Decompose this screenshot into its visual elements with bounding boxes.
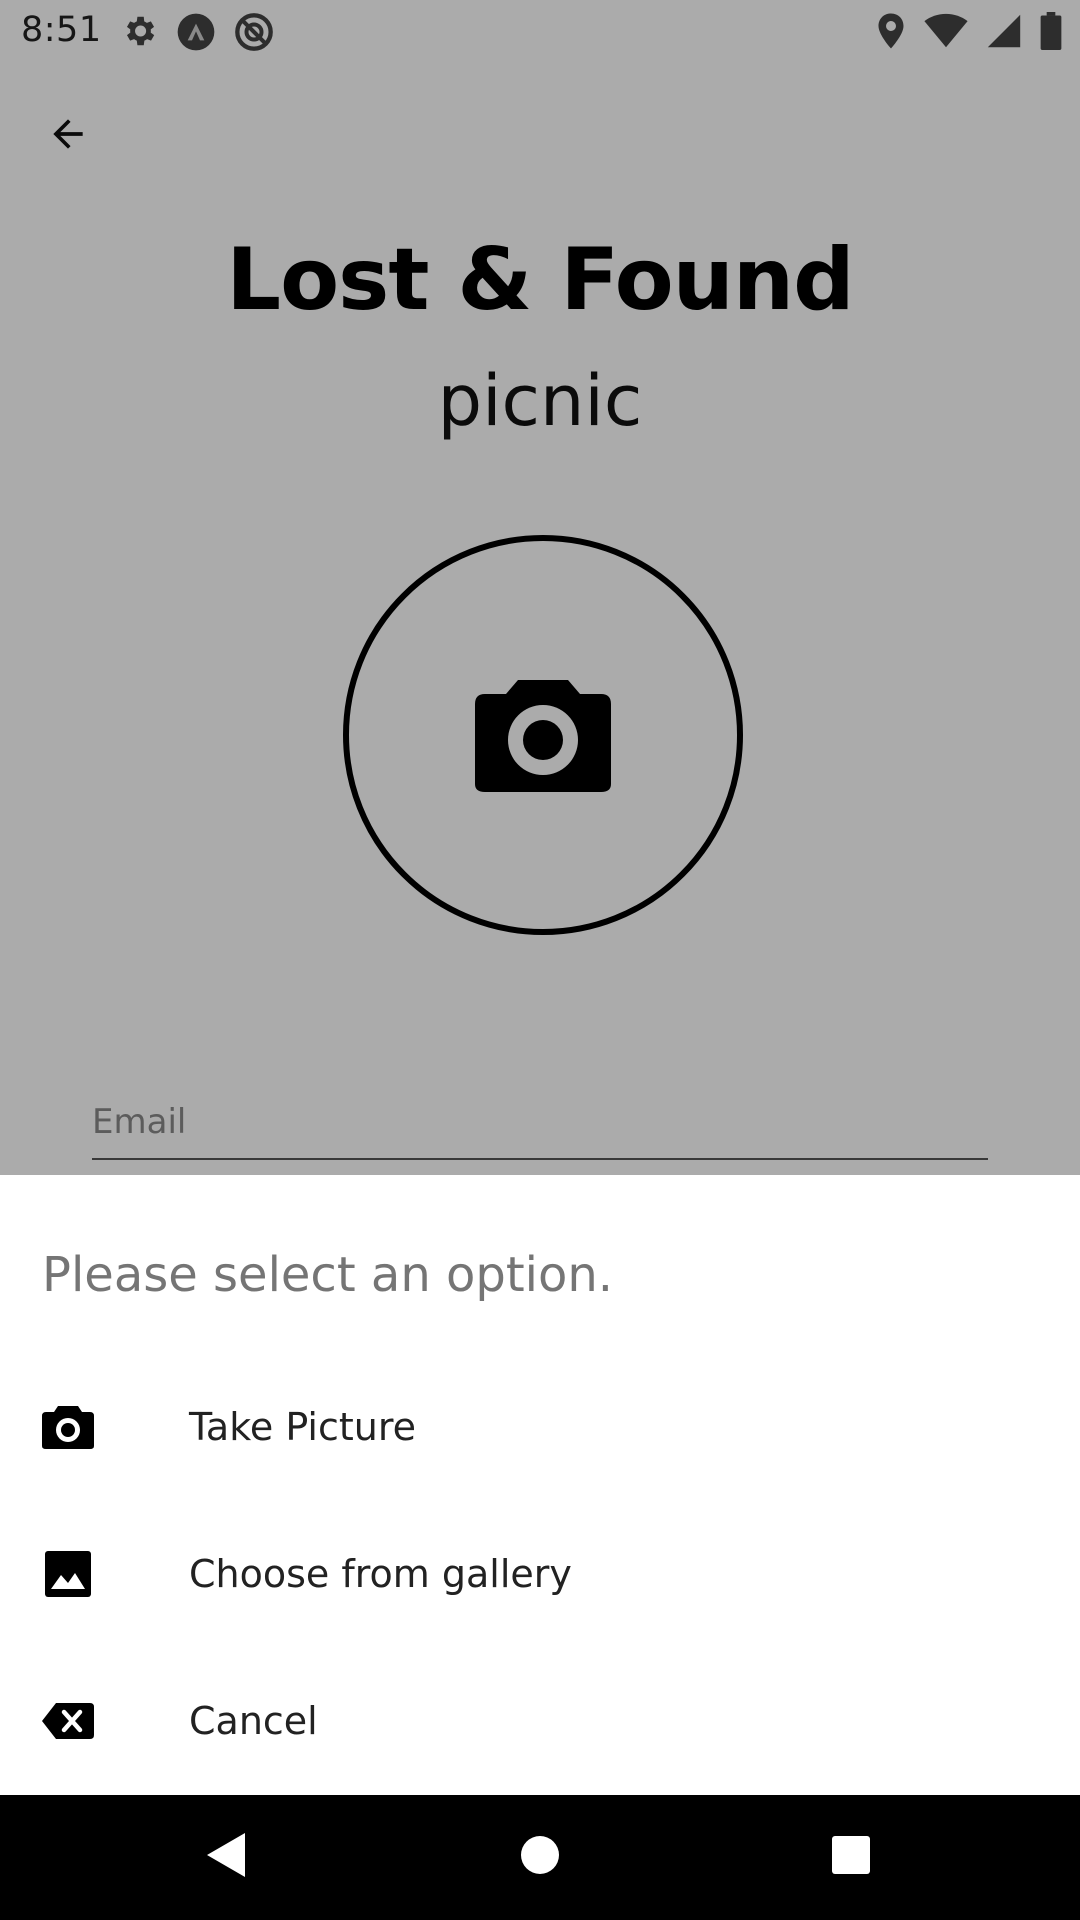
modal-scrim[interactable] (0, 0, 1080, 1175)
option-bottom-sheet: Please select an option. Take Picture Ch… (0, 1175, 1080, 1795)
camera-icon (40, 1399, 96, 1455)
sheet-title: Please select an option. (42, 1247, 614, 1303)
nav-back-button[interactable] (194, 1825, 258, 1889)
backspace-x-icon (40, 1693, 96, 1749)
home-circle-icon (519, 1834, 561, 1880)
system-nav-bar (0, 1795, 1080, 1920)
image-icon (40, 1546, 96, 1602)
recents-square-icon (830, 1834, 872, 1880)
take-picture-label: Take Picture (189, 1405, 416, 1449)
back-triangle-icon (203, 1831, 249, 1883)
choose-from-gallery-option[interactable]: Choose from gallery (0, 1514, 1080, 1634)
choose-from-gallery-label: Choose from gallery (189, 1552, 572, 1596)
nav-home-button[interactable] (508, 1825, 572, 1889)
take-picture-option[interactable]: Take Picture (0, 1367, 1080, 1487)
screen: 8:51 Lost & Found picnic Email Please se… (0, 0, 1080, 1920)
cancel-option[interactable]: Cancel (0, 1661, 1080, 1781)
cancel-label: Cancel (189, 1699, 318, 1743)
nav-recents-button[interactable] (819, 1825, 883, 1889)
